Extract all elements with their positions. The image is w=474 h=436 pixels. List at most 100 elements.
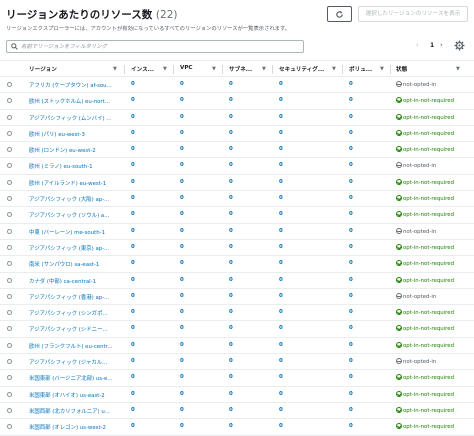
instances-count-link[interactable]: 0 [131,342,135,348]
prev-page-button[interactable]: ‹ [416,41,419,49]
column-security-groups[interactable]: セキュリティグ... [279,65,324,73]
subnets-count-link[interactable]: 0 [229,293,233,299]
region-link[interactable]: 欧州 (パリ) eu-west-3 [29,130,85,138]
table-row[interactable]: 米国東部 (バージニア北部) us-e... 0 0 0 0 0 opt-in-not-re… [0,370,474,387]
subnets-count-link[interactable]: 0 [229,228,233,234]
table-row[interactable]: アジアパシフィック (ムンバイ) ... 0 0 0 0 0 opt-in-not-requ… [0,110,474,126]
row-select-radio[interactable] [7,147,12,153]
subnets-count-link[interactable]: 0 [229,309,233,315]
vpc-count-link[interactable]: 0 [180,97,184,103]
table-row[interactable]: 欧州 (アイルランド) eu-west-1 0 0 0 0 0 opt-in-not-req… [0,175,474,192]
vpc-count-link[interactable]: 0 [180,293,184,299]
security-groups-count-link[interactable]: 0 [279,130,283,136]
row-select-radio[interactable] [7,359,12,365]
sort-icon[interactable]: ▼ [163,66,167,72]
vpc-count-link[interactable]: 0 [180,325,184,331]
region-link[interactable]: アジアパシフィック (ムンバイ) ... [29,114,111,122]
region-link[interactable]: 南米 (サンパウロ) sa-east-1 [29,260,99,268]
security-groups-count-link[interactable]: 0 [279,342,283,348]
vpc-count-link[interactable]: 0 [180,179,184,185]
instances-count-link[interactable]: 0 [131,244,135,250]
table-row[interactable]: アジアパシフィック (香港) ap-... 0 0 0 0 0 not-opted-in [0,289,474,306]
instances-count-link[interactable]: 0 [131,374,135,380]
volumes-count-link[interactable]: 0 [349,407,353,413]
vpc-count-link[interactable]: 0 [180,309,184,315]
region-link[interactable]: カナダ (中部) ca-central-1 [29,277,96,285]
region-filter[interactable] [6,40,304,53]
subnets-count-link[interactable]: 0 [229,146,233,152]
region-link[interactable]: 欧州 (アイルランド) eu-west-1 [29,179,106,187]
security-groups-count-link[interactable]: 0 [279,325,283,331]
vpc-count-link[interactable]: 0 [180,130,184,136]
region-link[interactable]: アジアパシフィック (シドニー... [29,325,108,333]
row-select-radio[interactable] [7,391,12,397]
subnets-count-link[interactable]: 0 [229,244,233,250]
row-select-radio[interactable] [7,212,12,218]
volumes-count-link[interactable]: 0 [349,342,353,348]
vpc-count-link[interactable]: 0 [180,260,184,266]
region-link[interactable]: アフリカ (ケープタウン) af-sou... [29,81,112,89]
security-groups-count-link[interactable]: 0 [279,162,283,168]
region-link[interactable]: アジアパシフィック (ソウル) a... [29,211,109,219]
vpc-count-link[interactable]: 0 [180,342,184,348]
row-select-radio[interactable] [7,293,12,299]
instances-count-link[interactable]: 0 [131,211,135,217]
table-row[interactable]: 中東 (バーレーン) me-south-1 0 0 0 0 0 not-opted-in [0,224,474,240]
row-select-radio[interactable] [7,326,12,332]
vpc-count-link[interactable]: 0 [180,423,184,429]
volumes-count-link[interactable]: 0 [349,293,353,299]
subnets-count-link[interactable]: 0 [229,130,233,136]
instances-count-link[interactable]: 0 [131,325,135,331]
subnets-count-link[interactable]: 0 [229,325,233,331]
column-region[interactable]: リージョン [29,65,57,73]
vpc-count-link[interactable]: 0 [180,146,184,152]
table-row[interactable]: アジアパシフィック (ソウル) a... 0 0 0 0 0 opt-in-not-requ… [0,207,474,224]
volumes-count-link[interactable]: 0 [349,97,353,103]
region-link[interactable]: 欧州 (ミラノ) eu-south-1 [29,162,93,170]
row-select-radio[interactable] [7,244,12,250]
security-groups-count-link[interactable]: 0 [279,146,283,152]
row-select-radio[interactable] [7,310,12,316]
subnets-count-link[interactable]: 0 [229,358,233,364]
row-select-radio[interactable] [7,261,12,267]
instances-count-link[interactable]: 0 [131,260,135,266]
table-row[interactable]: アジアパシフィック (シドニー... 0 0 0 0 0 opt-in-not-requir… [0,321,474,338]
volumes-count-link[interactable]: 0 [349,211,353,217]
vpc-count-link[interactable]: 0 [180,244,184,250]
vpc-count-link[interactable]: 0 [180,195,184,201]
region-link[interactable]: 欧州 (ロンドン) eu-west-2 [29,146,96,154]
vpc-count-link[interactable]: 0 [180,114,184,120]
table-row[interactable]: 米国西部 (オレゴン) us-west-2 0 0 0 0 0 opt-in-not-req… [0,419,474,436]
volumes-count-link[interactable]: 0 [349,423,353,429]
security-groups-count-link[interactable]: 0 [279,211,283,217]
gear-icon[interactable] [454,40,465,51]
region-link[interactable]: 欧州 (ストックホルム) eu-nort... [29,97,110,105]
vpc-count-link[interactable]: 0 [180,211,184,217]
row-select-radio[interactable] [7,277,12,283]
instances-count-link[interactable]: 0 [131,146,135,152]
security-groups-count-link[interactable]: 0 [279,309,283,315]
table-row[interactable]: アジアパシフィック (ジャカル... 0 0 0 0 0 not-opted-in [0,354,474,371]
volumes-count-link[interactable]: 0 [349,195,353,201]
row-select-radio[interactable] [7,163,12,169]
security-groups-count-link[interactable]: 0 [279,358,283,364]
table-row[interactable]: アフリカ (ケープタウン) af-sou... 0 0 0 0 0 not-opted-in [0,77,474,94]
instances-count-link[interactable]: 0 [131,114,135,120]
region-link[interactable]: アジアパシフィック (大阪) ap-... [29,195,109,203]
region-link[interactable]: アジアパシフィック (東京) ap-... [29,244,109,252]
volumes-count-link[interactable]: 0 [349,391,353,397]
vpc-count-link[interactable]: 0 [180,228,184,234]
table-row[interactable]: アジアパシフィック (シンガポ... 0 0 0 0 0 opt-in-not-requir… [0,305,474,322]
instances-count-link[interactable]: 0 [131,277,135,283]
region-link[interactable]: アジアパシフィック (ジャカル... [29,358,107,366]
instances-count-link[interactable]: 0 [131,179,135,185]
instances-count-link[interactable]: 0 [131,162,135,168]
table-row[interactable]: カナダ (中部) ca-central-1 0 0 0 0 0 opt-in-not-req… [0,273,474,289]
view-selected-regions-button[interactable]: 選択したリージョンのリソースを表示 [358,6,468,22]
region-link[interactable]: 中東 (バーレーン) me-south-1 [29,228,105,236]
instances-count-link[interactable]: 0 [131,81,135,87]
table-row[interactable]: アジアパシフィック (東京) ap-... 0 0 0 0 0 opt-in-not-req… [0,240,474,257]
vpc-count-link[interactable]: 0 [180,407,184,413]
table-row[interactable]: 南米 (サンパウロ) sa-east-1 0 0 0 0 0 opt-in-not-requ… [0,256,474,273]
volumes-count-link[interactable]: 0 [349,130,353,136]
